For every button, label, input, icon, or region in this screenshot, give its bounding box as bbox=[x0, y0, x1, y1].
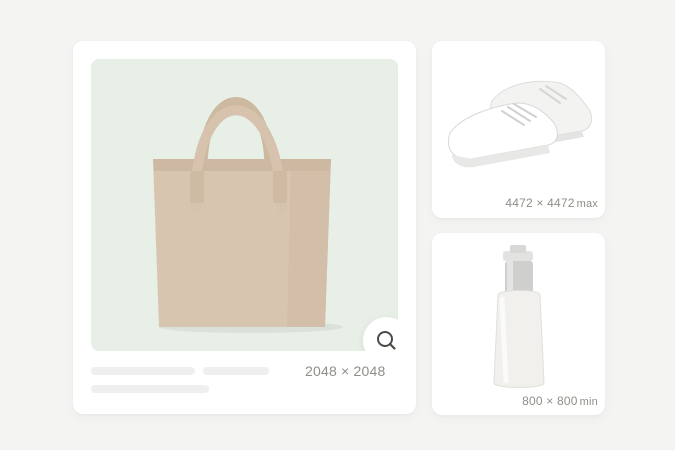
sneakers-image-dimensions: 4472 × 4472 max bbox=[505, 196, 598, 210]
subtitle-placeholder bbox=[203, 367, 269, 375]
main-image-card: 2048 × 2048 bbox=[73, 41, 416, 414]
sneakers-illustration bbox=[448, 80, 593, 168]
bottle-image-card[interactable]: 800 × 800 min bbox=[432, 233, 605, 415]
title-placeholder bbox=[91, 367, 195, 375]
sneakers-image-card[interactable]: 4472 × 4472 max bbox=[432, 41, 605, 218]
sneakers-dimensions-value: 4472 × 4472 bbox=[505, 196, 575, 210]
main-product-image[interactable] bbox=[91, 59, 398, 351]
main-image-dimensions: 2048 × 2048 bbox=[305, 363, 386, 379]
bottle-dimensions-qualifier: min bbox=[579, 396, 598, 408]
tote-bag-illustration bbox=[153, 97, 343, 333]
caption-placeholder bbox=[91, 385, 209, 393]
search-icon bbox=[376, 330, 397, 351]
bottle-dimensions-value: 800 × 800 bbox=[522, 394, 578, 408]
sneakers-dimensions-qualifier: max bbox=[576, 198, 598, 210]
bottle-image-dimensions: 800 × 800 min bbox=[522, 394, 598, 408]
pump-bottle-illustration bbox=[493, 245, 545, 388]
